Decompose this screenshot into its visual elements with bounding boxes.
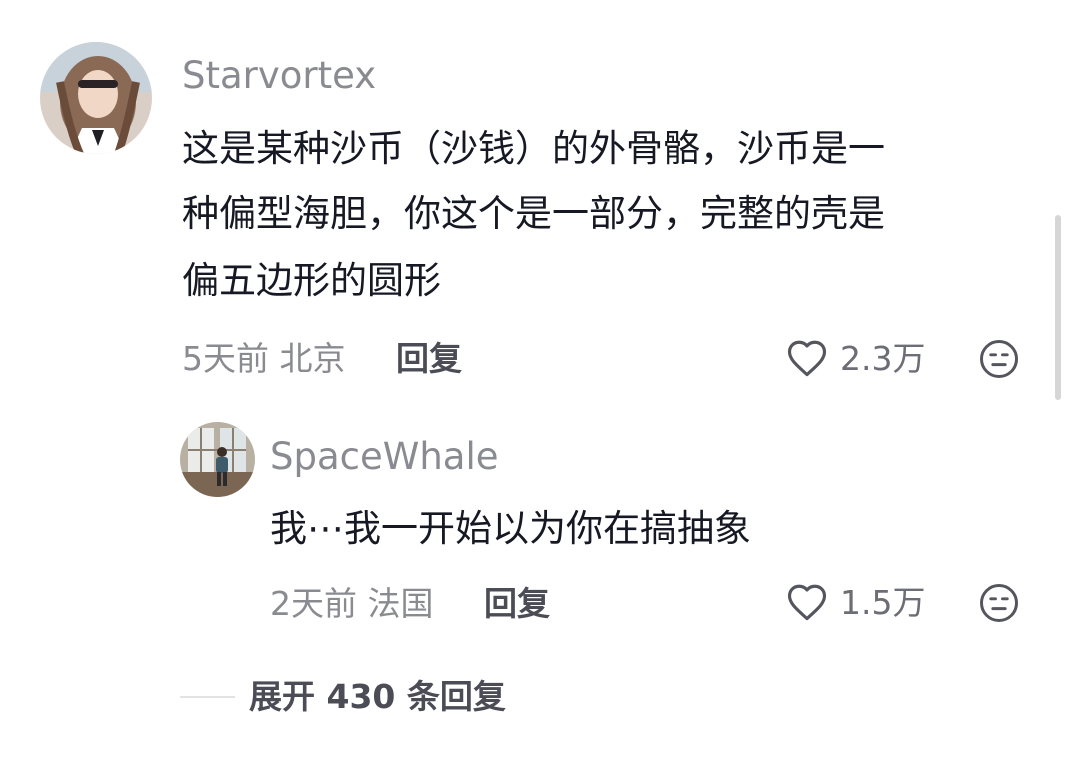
expand-replies-button[interactable]: 展开 430 条回复: [180, 680, 506, 713]
reply-text: 我⋯我一开始以为你在搞抽象: [270, 507, 751, 550]
comment-time-location: 5天前 北京: [182, 339, 346, 378]
reply-username[interactable]: SpaceWhale: [270, 438, 499, 475]
comment-text-line: 这是某种沙币（沙钱）的外骨骼，沙币是一: [182, 127, 885, 170]
reply-like-button[interactable]: 1.5万: [786, 582, 925, 622]
comment-text-line: 偏五边形的圆形: [182, 259, 441, 302]
comment-username[interactable]: Starvortex: [182, 57, 376, 94]
expand-replies-label: 展开 430 条回复: [249, 677, 506, 716]
meh-face-icon[interactable]: [978, 338, 1020, 380]
heart-outline-icon: [787, 340, 827, 377]
comment-like-button[interactable]: 2.3万: [786, 338, 925, 378]
reply-time-location: 2天前 法国: [270, 584, 434, 623]
comment-text-line: 种偏型海胆，你这个是一部分，完整的壳是: [182, 192, 885, 235]
heart-outline-icon: [787, 584, 827, 621]
avatar-spacewhale[interactable]: [180, 422, 255, 497]
comment-reply-button[interactable]: 回复: [396, 342, 462, 375]
expand-divider: [180, 695, 235, 698]
scrollbar[interactable]: [1055, 215, 1061, 400]
reply-reply-button[interactable]: 回复: [484, 587, 550, 620]
reply-like-count: 1.5万: [840, 582, 926, 622]
comment-like-count: 2.3万: [840, 338, 926, 378]
meh-face-icon[interactable]: [978, 582, 1020, 624]
avatar-starvortex[interactable]: [40, 42, 152, 154]
